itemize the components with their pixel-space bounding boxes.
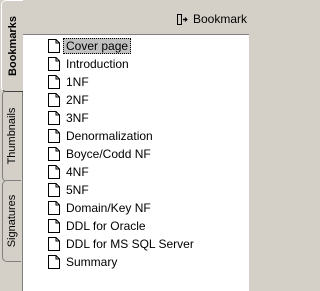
- bookmark-label: Cover page: [63, 38, 132, 54]
- document-page-icon: [48, 183, 60, 197]
- bookmark-item[interactable]: 3NF: [48, 109, 194, 127]
- document-page-icon: [48, 93, 60, 107]
- bookmarks-pane: Bookmarks Thumbnails Signatures Bookmark…: [0, 0, 249, 291]
- bookmark-item[interactable]: Introduction: [48, 55, 194, 73]
- navigation-tab-strip: Bookmarks Thumbnails Signatures: [0, 0, 23, 291]
- bookmark-label: Boyce/Codd NF: [66, 147, 151, 161]
- bookmark-item[interactable]: Domain/Key NF: [48, 199, 194, 217]
- document-page-icon: [48, 165, 60, 179]
- tab-bookmarks[interactable]: Bookmarks: [1, 0, 23, 92]
- bookmark-item[interactable]: Summary: [48, 253, 194, 271]
- bookmark-item[interactable]: DDL for MS SQL Server: [48, 235, 194, 253]
- bookmark-label: DDL for MS SQL Server: [66, 237, 194, 251]
- document-page-icon: [48, 129, 60, 143]
- document-page-icon: [48, 39, 60, 53]
- bookmark-label: DDL for Oracle: [66, 219, 146, 233]
- bookmark-label: Summary: [66, 255, 118, 269]
- bookmark-item[interactable]: 5NF: [48, 181, 194, 199]
- tab-signatures-label: Signatures: [6, 194, 18, 248]
- bookmark-label: Domain/Key NF: [66, 201, 151, 215]
- bookmark-item[interactable]: Denormalization: [48, 127, 194, 145]
- tab-thumbnails-label: Thumbnails: [6, 107, 18, 165]
- bookmark-label: 1NF: [66, 75, 89, 89]
- bookmark-item[interactable]: 1NF: [48, 73, 194, 91]
- document-page-icon: [48, 219, 60, 233]
- bookmark-label: 4NF: [66, 165, 89, 179]
- bookmark-item[interactable]: Boyce/Codd NF: [48, 145, 194, 163]
- pane-header: Bookmark: [22, 0, 249, 34]
- tab-thumbnails[interactable]: Thumbnails: [2, 90, 21, 182]
- document-page-icon: [48, 201, 60, 215]
- bookmark-menu-button[interactable]: Bookmark: [176, 10, 247, 28]
- bookmark-list: Cover page Introduction 1NF 2NF 3NF Denormali…: [48, 37, 194, 271]
- bookmark-item[interactable]: DDL for Oracle: [48, 217, 194, 235]
- document-page-icon: [48, 147, 60, 161]
- tab-signatures[interactable]: Signatures: [2, 180, 21, 262]
- bookmark-item[interactable]: 2NF: [48, 91, 194, 109]
- bookmark-item[interactable]: Cover page: [48, 37, 194, 55]
- bookmark-label: 5NF: [66, 183, 89, 197]
- bookmark-item[interactable]: 4NF: [48, 163, 194, 181]
- bookmark-label: 3NF: [66, 111, 89, 125]
- bookmark-menu-icon: [176, 13, 188, 25]
- document-page-icon: [48, 255, 60, 269]
- document-page-icon: [48, 111, 60, 125]
- document-page-icon: [48, 237, 60, 251]
- tab-bookmarks-label: Bookmarks: [6, 16, 19, 76]
- document-page-icon: [48, 57, 60, 71]
- bookmark-label: 2NF: [66, 93, 89, 107]
- document-page-icon: [48, 75, 60, 89]
- bookmark-label: Denormalization: [66, 129, 153, 143]
- bookmark-tree: Cover page Introduction 1NF 2NF 3NF Denormali…: [22, 34, 249, 291]
- bookmark-label: Introduction: [66, 57, 129, 71]
- bookmark-menu-label: Bookmark: [192, 12, 247, 26]
